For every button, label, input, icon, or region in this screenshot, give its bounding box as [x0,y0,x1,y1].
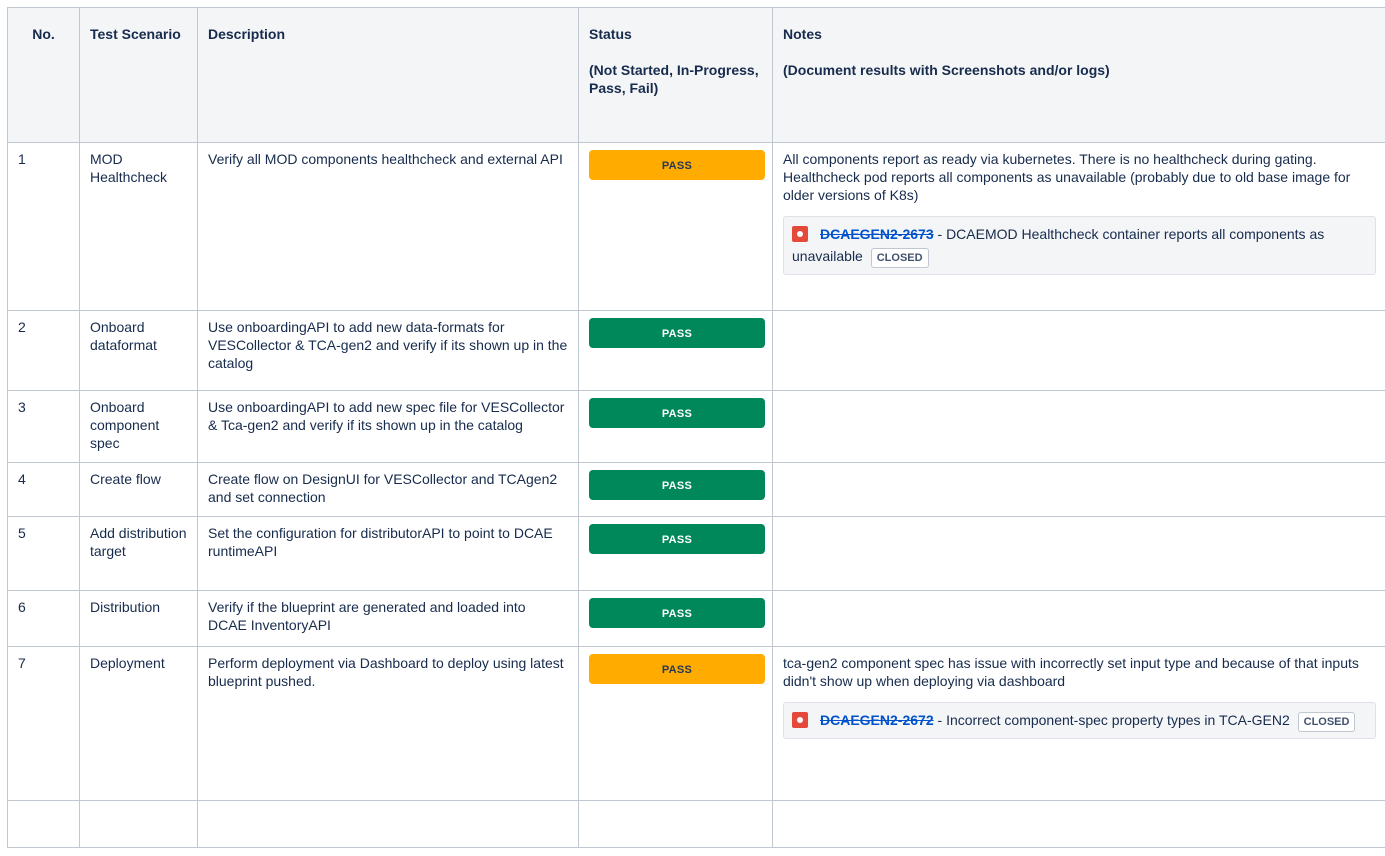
row-number: 3 [7,390,80,463]
bug-icon [792,712,808,728]
col-header-notes: Notes (Document results with Screenshots… [772,7,1385,143]
status-lozenge: PASS [589,470,765,500]
test-results-table: No. Test Scenario Description Status (No… [7,7,1385,848]
table-row: 4 Create flow Create flow on DesignUI fo… [7,462,1385,517]
table-row: 1 MOD Healthcheck Verify all MOD compone… [7,142,1385,311]
status-header-subtitle: (Not Started, In-Progress, Pass, Fail) [589,62,759,96]
col-header-status: Status (Not Started, In-Progress, Pass, … [578,7,773,143]
table-row: 6 Distribution Verify if the blueprint a… [7,590,1385,647]
empty-cell[interactable] [772,800,1385,848]
row-description: Create flow on DesignUI for VESCollector… [197,462,579,517]
row-number: 4 [7,462,80,517]
notes-header-title: Notes [783,26,822,42]
status-lozenge: PASS [589,654,765,684]
row-number: 1 [7,142,80,311]
row-status-cell: PASS [578,310,773,391]
row-notes: All components report as ready via kuber… [783,151,1351,203]
row-scenario: Add distribution target [79,516,198,591]
status-lozenge: PASS [589,150,765,180]
row-notes-cell [772,516,1385,591]
row-status-cell: PASS [578,390,773,463]
issue-status-badge: CLOSED [1297,712,1356,732]
col-header-scenario: Test Scenario [79,7,198,143]
status-lozenge: PASS [589,398,765,428]
row-notes-cell [772,390,1385,463]
row-status-cell: PASS [578,516,773,591]
issue-key-link[interactable]: DCAEGEN2-2672 [820,712,934,728]
issue-separator: - [933,226,947,242]
row-scenario: Deployment [79,646,198,801]
issue-status-badge: CLOSED [870,248,929,268]
row-scenario: Onboard dataformat [79,310,198,391]
empty-table-row [7,800,1385,848]
row-scenario: MOD Healthcheck [79,142,198,311]
header-row: No. Test Scenario Description Status (No… [7,7,1385,143]
row-notes-cell [772,590,1385,647]
issue-summary: Incorrect component-spec property types … [946,712,1290,728]
row-description: Verify all MOD components healthcheck an… [197,142,579,311]
jira-issue-card: DCAEGEN2-2673 - DCAEMOD Healthcheck cont… [783,216,1376,275]
row-description: Set the configuration for distributorAPI… [197,516,579,591]
row-status-cell: PASS [578,590,773,647]
row-scenario: Onboard component spec [79,390,198,463]
row-description: Perform deployment via Dashboard to depl… [197,646,579,801]
row-description: Verify if the blueprint are generated an… [197,590,579,647]
bug-icon [792,226,808,242]
row-description: Use onboardingAPI to add new data-format… [197,310,579,391]
row-notes-cell: All components report as ready via kuber… [772,142,1385,311]
row-number: 2 [7,310,80,391]
row-scenario: Create flow [79,462,198,517]
row-notes: tca-gen2 component spec has issue with i… [783,655,1359,689]
row-description: Use onboardingAPI to add new spec file f… [197,390,579,463]
status-lozenge: PASS [589,524,765,554]
col-header-no: No. [7,7,80,143]
issue-separator: - [933,712,947,728]
issue-key-link[interactable]: DCAEGEN2-2673 [820,226,934,242]
row-number: 5 [7,516,80,591]
col-header-description: Description [197,7,579,143]
table-row: 2 Onboard dataformat Use onboardingAPI t… [7,310,1385,391]
table-row: 3 Onboard component spec Use onboardingA… [7,390,1385,463]
status-header-title: Status [589,26,632,42]
row-status-cell: PASS [578,142,773,311]
row-status-cell: PASS [578,462,773,517]
empty-cell[interactable] [79,800,198,848]
row-scenario: Distribution [79,590,198,647]
row-status-cell: PASS [578,646,773,801]
row-number: 6 [7,590,80,647]
jira-issue-card: DCAEGEN2-2672 - Incorrect component-spec… [783,702,1376,739]
empty-cell[interactable] [7,800,80,848]
notes-header-subtitle: (Document results with Screenshots and/o… [783,62,1110,78]
table-row: 7 Deployment Perform deployment via Dash… [7,646,1385,801]
empty-cell[interactable] [578,800,773,848]
empty-cell[interactable] [197,800,579,848]
row-notes-cell [772,310,1385,391]
status-lozenge: PASS [589,598,765,628]
row-notes-cell: tca-gen2 component spec has issue with i… [772,646,1385,801]
table-row: 5 Add distribution target Set the config… [7,516,1385,591]
row-number: 7 [7,646,80,801]
row-notes-cell [772,462,1385,517]
status-lozenge: PASS [589,318,765,348]
